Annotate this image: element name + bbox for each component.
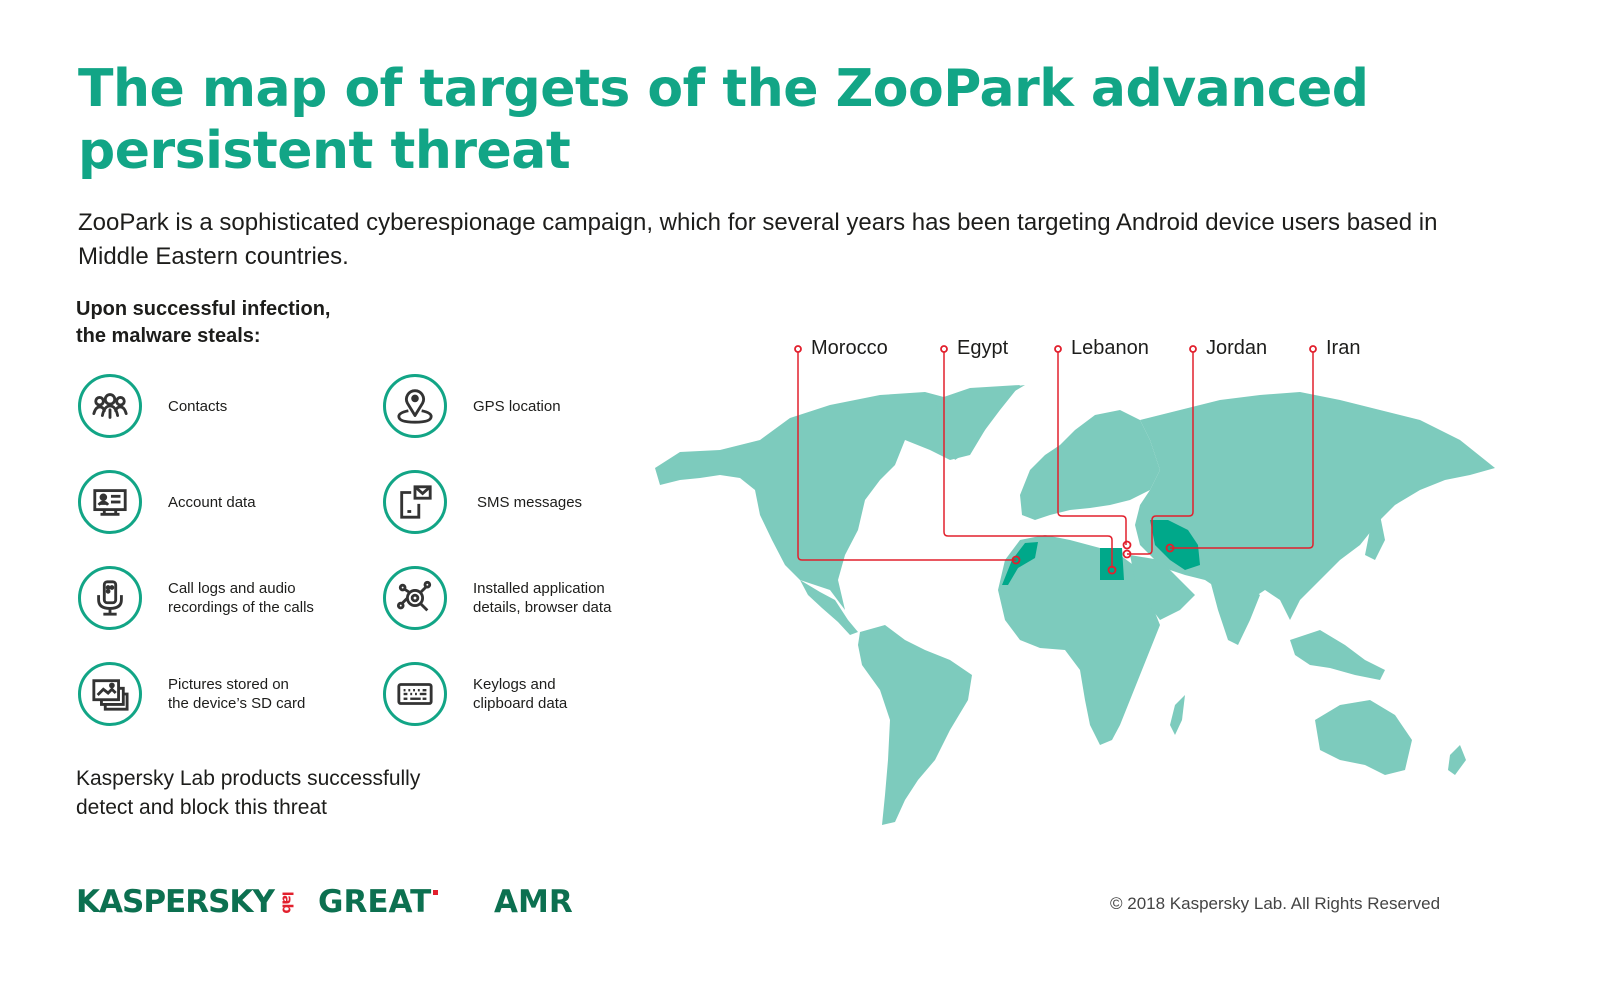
pictures-icon	[78, 662, 142, 726]
amr-logo: AMR	[494, 884, 573, 920]
stolen-item-label: SMS messages	[477, 493, 583, 511]
landmass-india	[1210, 580, 1260, 645]
label-marker-iran	[1309, 345, 1317, 353]
stolen-item-label: Pictures stored on the device’s SD card	[168, 676, 306, 712]
landmass-new-zealand	[1448, 745, 1466, 775]
gps-location-icon	[383, 374, 447, 438]
map-marker-lebanon	[1122, 540, 1132, 550]
label-marker-lebanon	[1054, 345, 1062, 353]
stolen-item-app-details: Installed application details, browser d…	[383, 566, 611, 630]
stolen-item-label: Account data	[168, 493, 256, 511]
label-marker-egypt	[940, 345, 948, 353]
microphone-icon	[78, 566, 142, 630]
copyright-text: © 2018 Kaspersky Lab. All Rights Reserve…	[1110, 894, 1441, 913]
stolen-item-label: Call logs and audio recordings of the ca…	[168, 580, 314, 616]
steals-heading-line2: the malware steals:	[76, 325, 261, 347]
page-title: The map of targets of the ZooPark advanc…	[78, 59, 1369, 181]
detection-note: Kaspersky Lab products successfully dete…	[76, 767, 421, 819]
stolen-item-label: GPS location	[473, 397, 561, 415]
kaspersky-logo-lab: lab	[278, 891, 295, 913]
landmass-southeast-asia	[1290, 630, 1385, 680]
steals-heading: Upon successful infection, the malware s…	[76, 296, 330, 350]
label-marker-morocco	[794, 345, 802, 353]
stolen-item-gps: GPS location	[383, 374, 561, 438]
great-logo-text: GREAT	[318, 884, 432, 920]
stolen-item-label: Keylogs and clipboard data	[473, 676, 568, 712]
app-analysis-icon	[383, 566, 447, 630]
world-map	[655, 345, 1495, 825]
kaspersky-logo-text: KASPERSKY	[76, 884, 275, 920]
stolen-item-sms: SMS messages	[383, 470, 582, 534]
contacts-icon	[78, 374, 142, 438]
stolen-item-contacts: Contacts	[78, 374, 227, 438]
land-masses	[655, 385, 1495, 825]
stolen-item-label: Contacts	[168, 397, 228, 415]
account-data-icon	[78, 470, 142, 534]
kaspersky-lab-logo: KASPERSKY lab	[76, 884, 297, 920]
stolen-item-keylogs: Keylogs and clipboard data	[383, 662, 567, 726]
continent-south-america	[858, 625, 972, 825]
stolen-item-call-logs: Call logs and audio recordings of the ca…	[78, 566, 314, 630]
intro-text: ZooPark is a sophisticated cyberespionag…	[78, 209, 1438, 270]
great-logo: GREAT	[318, 884, 439, 920]
continent-asia	[1135, 392, 1495, 620]
label-marker-jordan	[1189, 345, 1197, 353]
continent-australia	[1315, 700, 1412, 775]
continent-europe	[1020, 410, 1160, 520]
stolen-item-account-data: Account data	[78, 470, 256, 534]
stolen-item-label: Installed application details, browser d…	[473, 580, 612, 616]
landmass-madagascar	[1170, 695, 1185, 735]
sms-messages-icon	[383, 470, 447, 534]
steals-heading-line1: Upon successful infection,	[76, 298, 331, 320]
keyboard-icon	[383, 662, 447, 726]
stolen-item-pictures: Pictures stored on the device’s SD card	[78, 662, 305, 726]
great-logo-dot	[433, 890, 439, 895]
